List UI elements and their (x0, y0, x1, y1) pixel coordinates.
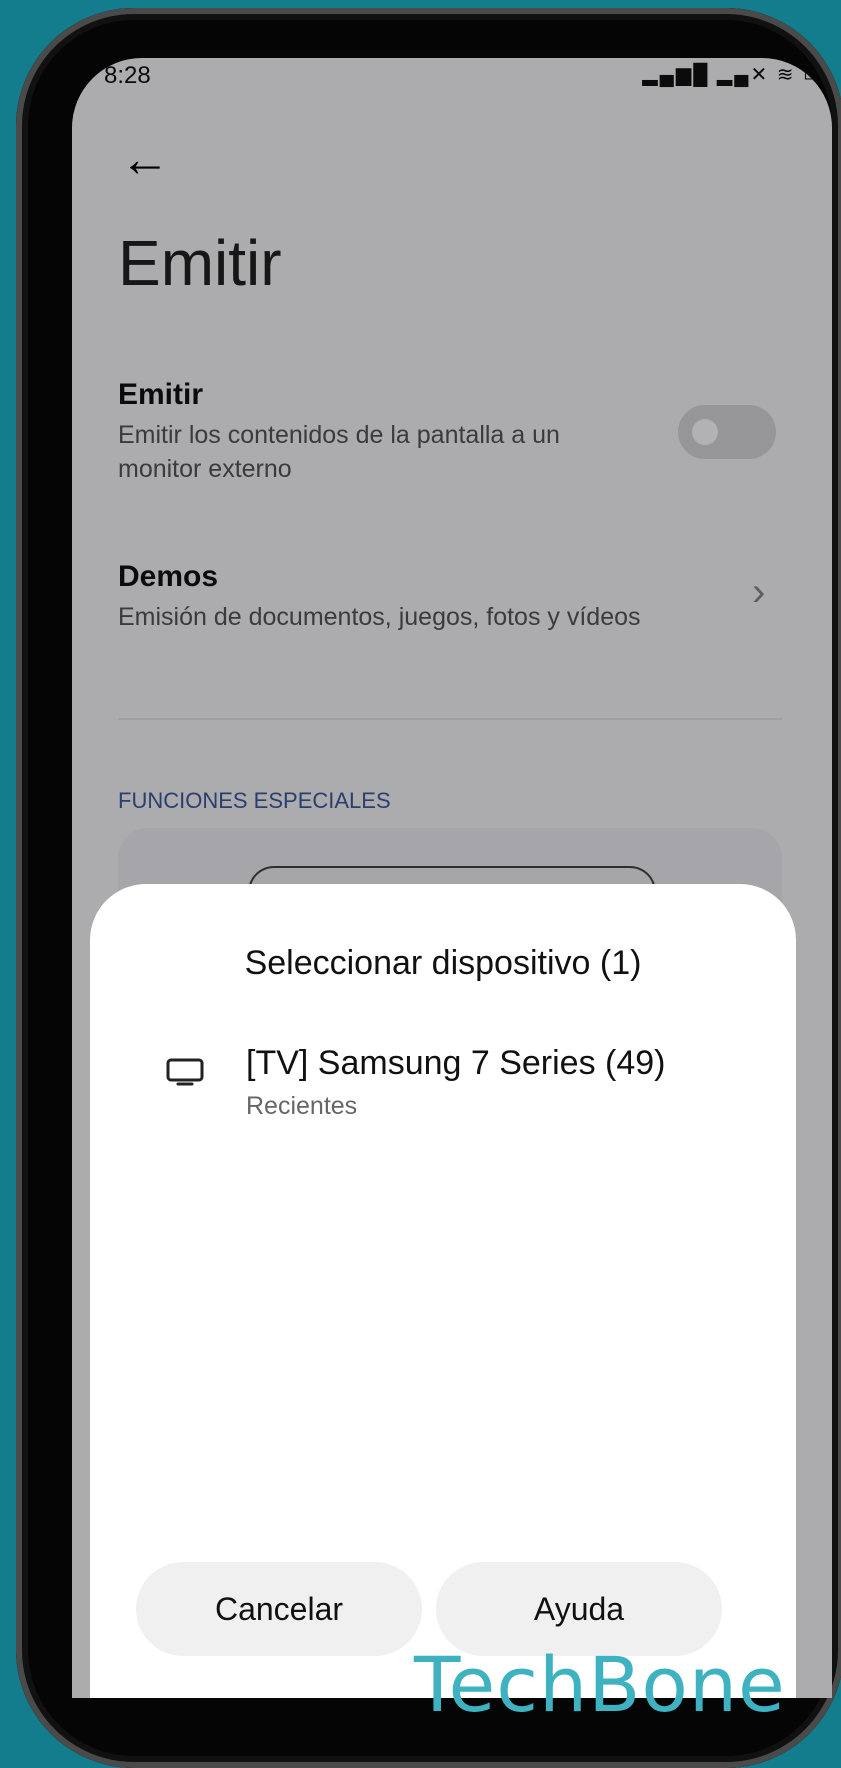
device-item[interactable]: [TV] Samsung 7 Series (49) Recientes (150, 1044, 750, 1144)
device-status: Recientes (246, 1092, 358, 1120)
phone-frame: 8:28 ▂▄▆█ ▂▄✕ ≋ ▭ ← Emitir Emitir Emitir… (16, 8, 841, 1768)
tv-icon (166, 1058, 204, 1086)
phone-screen: 8:28 ▂▄▆█ ▂▄✕ ≋ ▭ ← Emitir Emitir Emitir… (72, 58, 832, 1698)
watermark-logo: TechBone (414, 1640, 786, 1729)
device-name: [TV] Samsung 7 Series (49) (246, 1044, 666, 1082)
cancel-button[interactable]: Cancelar (136, 1562, 422, 1656)
select-device-dialog: Seleccionar dispositivo (1) [TV] Samsung… (90, 884, 796, 1698)
dialog-title: Seleccionar dispositivo (1) (244, 944, 642, 982)
